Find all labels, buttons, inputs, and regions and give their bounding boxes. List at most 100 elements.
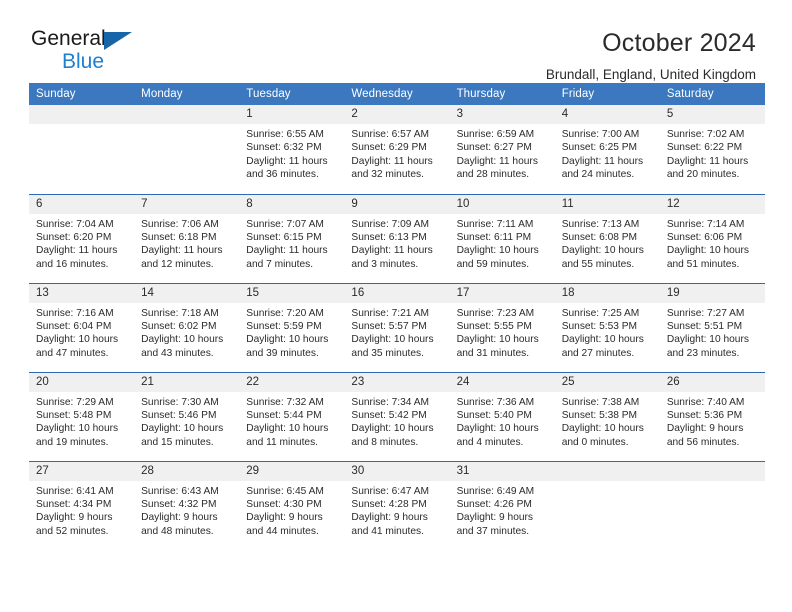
daylight-text-line1: Daylight: 11 hours — [246, 155, 328, 167]
day-number: 7 — [134, 194, 240, 214]
sunset-text: Sunset: 6:15 PM — [246, 231, 322, 243]
daylight-text-line1: Daylight: 11 hours — [666, 155, 749, 167]
calendar-day-cell[interactable]: 27 Sunrise: 6:41 AM Sunset: 4:34 PM Dayligh… — [29, 460, 135, 550]
calendar-day-cell[interactable]: 30 Sunrise: 6:47 AM Sunset: 4:28 PM Dayligh… — [344, 460, 450, 550]
calendar-day-cell[interactable]: 1 Sunrise: 6:55 AM Sunset: 6:32 PM Daylight… — [239, 105, 345, 194]
daylight-text-line1: Daylight: 10 hours — [246, 334, 329, 346]
calendar-day-cell[interactable]: 7 Sunrise: 7:06 AM Sunset: 6:18 PM Daylight… — [134, 193, 240, 283]
calendar-day-cell[interactable]: 4 Sunrise: 7:00 AM Sunset: 6:25 PM Daylight… — [554, 105, 660, 194]
sunset-text: Sunset: 5:59 PM — [246, 320, 322, 332]
calendar-day-cell[interactable]: 23 Sunrise: 7:34 AM Sunset: 5:42 PM Dayligh… — [344, 371, 450, 461]
day-sun-info: Sunrise: 6:45 AM Sunset: 4:30 PM Daylight:… — [239, 481, 344, 539]
calendar-day-cell[interactable]: 11 Sunrise: 7:13 AM Sunset: 6:08 PM Dayligh… — [554, 193, 660, 283]
daylight-text-line1: Daylight: 11 hours — [141, 245, 223, 257]
daylight-text-line2: and 48 minutes. — [141, 525, 214, 537]
calendar-day-cell[interactable]: 2 Sunrise: 6:57 AM Sunset: 6:29 PM Daylight… — [344, 105, 450, 194]
day-number — [134, 105, 240, 124]
day-sun-info: Sunrise: 7:23 AM Sunset: 5:55 PM Daylight:… — [450, 303, 555, 361]
day-number: 15 — [239, 283, 345, 303]
sunset-text: Sunset: 6:02 PM — [141, 320, 217, 332]
day-sun-info: Sunrise: 7:02 AM Sunset: 6:22 PM Daylight:… — [660, 124, 765, 182]
daylight-text-line2: and 43 minutes. — [141, 347, 214, 359]
sunrise-text: Sunrise: 7:18 AM — [141, 307, 219, 319]
day-sun-info: Sunrise: 7:16 AM Sunset: 6:04 PM Daylight:… — [29, 303, 134, 361]
calendar-day-cell[interactable]: 15 Sunrise: 7:20 AM Sunset: 5:59 PM Dayligh… — [239, 282, 345, 372]
calendar-day-cell[interactable]: 14 Sunrise: 7:18 AM Sunset: 6:02 PM Dayligh… — [134, 282, 240, 372]
day-sun-info: Sunrise: 6:41 AM Sunset: 4:34 PM Daylight:… — [29, 481, 134, 539]
calendar-day-cell[interactable]: 18 Sunrise: 7:25 AM Sunset: 5:53 PM Dayligh… — [554, 282, 660, 372]
sunset-text: Sunset: 4:34 PM — [36, 498, 112, 510]
sunrise-text: Sunrise: 7:06 AM — [141, 218, 219, 230]
calendar-day-cell[interactable]: 12 Sunrise: 7:14 AM Sunset: 6:06 PM Dayligh… — [659, 193, 765, 283]
calendar-day-cell[interactable]: 24 Sunrise: 7:36 AM Sunset: 5:40 PM Dayligh… — [449, 371, 555, 461]
daylight-text-line2: and 52 minutes. — [36, 525, 109, 537]
calendar-day-cell-empty — [554, 460, 660, 550]
calendar-day-cell[interactable]: 16 Sunrise: 7:21 AM Sunset: 5:57 PM Dayligh… — [344, 282, 450, 372]
calendar-day-cell[interactable]: 5 Sunrise: 7:02 AM Sunset: 6:22 PM Daylight… — [659, 105, 765, 194]
page-subtitle: Brundall, England, United Kingdom — [545, 67, 756, 82]
calendar-day-cell[interactable]: 13 Sunrise: 7:16 AM Sunset: 6:04 PM Dayligh… — [29, 282, 135, 372]
sunset-text: Sunset: 6:32 PM — [246, 142, 322, 154]
daylight-text-line1: Daylight: 11 hours — [351, 155, 433, 167]
day-sun-info: Sunrise: 6:55 AM Sunset: 6:32 PM Daylight:… — [239, 124, 344, 182]
daylight-text-line1: Daylight: 10 hours — [456, 245, 539, 257]
sunrise-text: Sunrise: 7:13 AM — [561, 218, 640, 230]
day-number: 21 — [134, 372, 240, 392]
day-sun-info: Sunrise: 6:47 AM Sunset: 4:28 PM Daylight:… — [344, 481, 449, 539]
day-sun-info: Sunrise: 7:18 AM Sunset: 6:02 PM Daylight:… — [134, 303, 239, 361]
calendar-day-cell[interactable]: 21 Sunrise: 7:30 AM Sunset: 5:46 PM Dayligh… — [134, 371, 240, 461]
calendar-day-cell-empty — [659, 460, 765, 550]
daylight-text-line1: Daylight: 11 hours — [246, 245, 328, 257]
calendar-day-cell[interactable]: 29 Sunrise: 6:45 AM Sunset: 4:30 PM Dayligh… — [239, 460, 345, 550]
daylight-text-line2: and 15 minutes. — [141, 436, 214, 448]
calendar-day-cell[interactable]: 26 Sunrise: 7:40 AM Sunset: 5:36 PM Dayligh… — [659, 371, 765, 461]
daylight-text-line2: and 0 minutes. — [561, 436, 629, 448]
day-number: 16 — [344, 283, 450, 303]
daylight-text-line2: and 23 minutes. — [666, 347, 740, 359]
blue-triangle-icon — [104, 32, 132, 50]
sunset-text: Sunset: 4:30 PM — [246, 498, 322, 510]
sunset-text: Sunset: 5:42 PM — [351, 409, 427, 421]
calendar-day-cell[interactable]: 9 Sunrise: 7:09 AM Sunset: 6:13 PM Daylight… — [344, 193, 450, 283]
sunrise-text: Sunrise: 7:32 AM — [246, 396, 324, 408]
daylight-text-line1: Daylight: 10 hours — [456, 334, 539, 346]
sunrise-text: Sunrise: 7:09 AM — [351, 218, 430, 230]
daylight-text-line1: Daylight: 10 hours — [561, 423, 644, 435]
page-title: October 2024 — [602, 29, 756, 57]
weekday-header-friday: Friday — [554, 83, 660, 105]
weekday-header-sunday: Sunday — [29, 83, 135, 105]
day-sun-info: Sunrise: 7:13 AM Sunset: 6:08 PM Daylight:… — [555, 214, 660, 272]
daylight-text-line2: and 47 minutes. — [36, 347, 109, 359]
calendar-grid: Sunday Monday Tuesday Wednesday Thursday… — [29, 83, 765, 550]
sunset-text: Sunset: 5:40 PM — [456, 409, 532, 421]
calendar-day-cell[interactable]: 28 Sunrise: 6:43 AM Sunset: 4:32 PM Dayligh… — [134, 460, 240, 550]
calendar-day-cell[interactable]: 10 Sunrise: 7:11 AM Sunset: 6:11 PM Dayligh… — [449, 193, 555, 283]
calendar-day-cell[interactable]: 31 Sunrise: 6:49 AM Sunset: 4:26 PM Dayligh… — [449, 460, 555, 550]
generalblue-logo[interactable]: General Blue — [31, 28, 141, 76]
calendar-day-cell[interactable]: 17 Sunrise: 7:23 AM Sunset: 5:55 PM Dayligh… — [449, 282, 555, 372]
calendar-day-cell[interactable]: 6 Sunrise: 7:04 AM Sunset: 6:20 PM Daylight… — [29, 193, 135, 283]
daylight-text-line1: Daylight: 10 hours — [351, 334, 434, 346]
sunrise-text: Sunrise: 7:21 AM — [351, 307, 430, 319]
daylight-text-line2: and 36 minutes. — [246, 169, 319, 181]
daylight-text-line1: Daylight: 10 hours — [456, 423, 539, 435]
sunrise-text: Sunrise: 7:04 AM — [36, 218, 114, 230]
calendar-day-cell[interactable]: 25 Sunrise: 7:38 AM Sunset: 5:38 PM Dayligh… — [554, 371, 660, 461]
sunrise-text: Sunrise: 6:47 AM — [351, 485, 430, 497]
calendar-day-cell[interactable]: 3 Sunrise: 6:59 AM Sunset: 6:27 PM Daylight… — [449, 105, 555, 194]
daylight-text-line2: and 8 minutes. — [351, 436, 419, 448]
calendar-week-row: 20 Sunrise: 7:29 AM Sunset: 5:48 PM Dayligh… — [29, 371, 765, 461]
calendar-week-row: 6 Sunrise: 7:04 AM Sunset: 6:20 PM Daylight… — [29, 193, 765, 283]
sunrise-text: Sunrise: 7:02 AM — [666, 129, 745, 140]
day-number — [659, 461, 765, 481]
day-number: 23 — [344, 372, 450, 392]
sunset-text: Sunset: 6:25 PM — [561, 142, 638, 154]
calendar-day-cell[interactable]: 22 Sunrise: 7:32 AM Sunset: 5:44 PM Dayligh… — [239, 371, 345, 461]
calendar-week-row: 1 Sunrise: 6:55 AM Sunset: 6:32 PM Daylight… — [29, 105, 765, 194]
calendar-day-cell[interactable]: 8 Sunrise: 7:07 AM Sunset: 6:15 PM Daylight… — [239, 193, 345, 283]
sunset-text: Sunset: 5:44 PM — [246, 409, 322, 421]
daylight-text-line2: and 37 minutes. — [456, 525, 530, 537]
calendar-day-cell[interactable]: 20 Sunrise: 7:29 AM Sunset: 5:48 PM Dayligh… — [29, 371, 135, 461]
sunrise-text: Sunrise: 7:20 AM — [246, 307, 324, 319]
calendar-day-cell[interactable]: 19 Sunrise: 7:27 AM Sunset: 5:51 PM Dayligh… — [659, 282, 765, 372]
